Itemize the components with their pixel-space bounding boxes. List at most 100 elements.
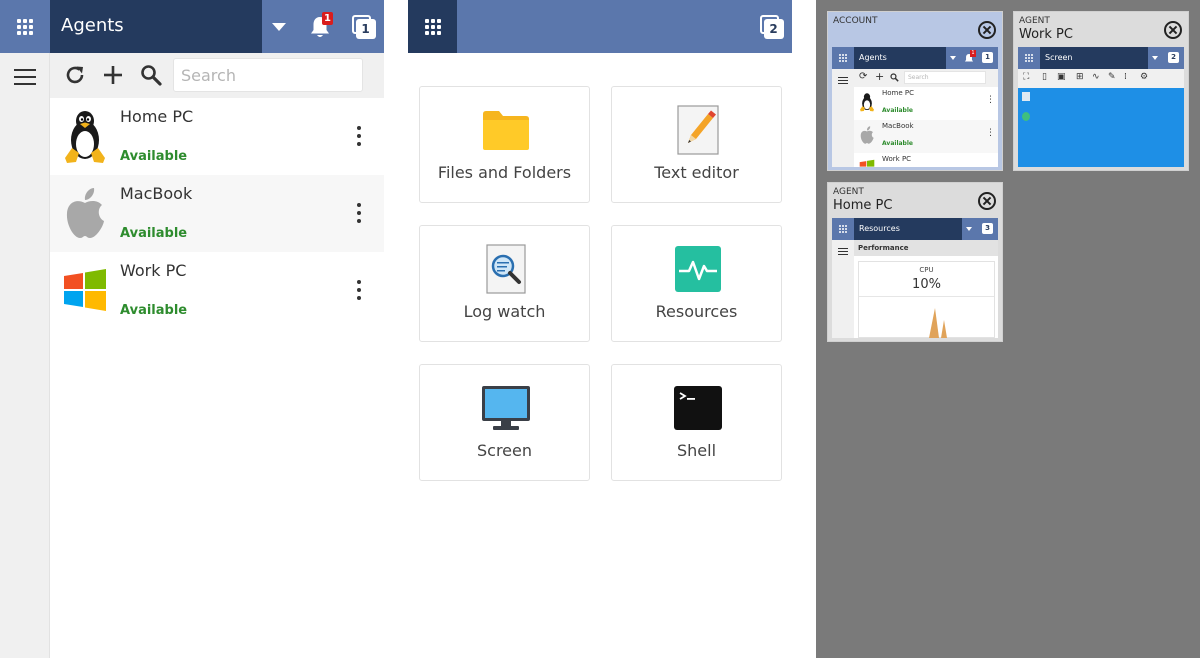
apps-grid-icon xyxy=(16,18,33,35)
close-card-icon[interactable] xyxy=(1164,21,1182,39)
windows-icon xyxy=(859,159,875,167)
agent-name: Home PC xyxy=(882,89,915,97)
linux-icon xyxy=(860,93,874,112)
close-card-icon[interactable] xyxy=(978,21,996,39)
agent-status: Available xyxy=(120,303,188,318)
search-input[interactable] xyxy=(173,58,363,92)
windows-stack-icon: 2 xyxy=(759,14,784,39)
add-agent-button[interactable] xyxy=(101,63,125,87)
tools-header: 2 xyxy=(408,0,792,53)
close-card-icon[interactable] xyxy=(978,192,996,210)
agent-more-menu-icon[interactable] xyxy=(353,280,365,300)
switcher-card-account[interactable]: ACCOUNT Agents 1 1 ⟳ + Search Home PC Av… xyxy=(827,11,1003,171)
agent-name: Work PC xyxy=(882,155,912,163)
refresh-button[interactable] xyxy=(63,63,87,87)
remote-desktop-preview xyxy=(1018,88,1184,167)
card-preview: Agents 1 1 ⟳ + Search Home PC Available … xyxy=(832,47,998,167)
switcher-card-work-pc[interactable]: AGENT Work PC Screen 2 ⛶ ▯ ▣ ⊞ ∿ ✎ ⁞ ⚙ xyxy=(1013,11,1189,171)
agent-more-menu-icon[interactable] xyxy=(353,203,365,223)
tools-panel: 2 Files and Folders Text editor Log watc… xyxy=(408,0,792,658)
windows-count: 2 xyxy=(1168,52,1179,63)
windows-button[interactable]: 1 xyxy=(343,0,384,53)
tool-label: Text editor xyxy=(654,163,739,182)
agent-name: Work PC xyxy=(120,261,187,280)
windows-count: 3 xyxy=(982,223,993,234)
refresh-icon: ⟳ xyxy=(859,71,868,82)
metric-label: CPU xyxy=(919,266,934,274)
side-rail xyxy=(0,53,50,658)
switcher-card-home-pc[interactable]: AGENT Home PC Resources 3 Performance CP… xyxy=(827,182,1003,342)
agent-row-home-pc[interactable]: Home PC Available xyxy=(50,98,384,175)
apps-grid-icon xyxy=(832,47,854,69)
keypad-icon: ⁞ xyxy=(1124,72,1127,82)
agent-row-work-pc[interactable]: Work PC Available xyxy=(50,252,384,329)
plus-icon xyxy=(104,66,122,84)
file-icon: ▯ xyxy=(1042,72,1047,82)
panel-title-box[interactable]: Agents xyxy=(50,0,262,53)
text-editor-icon xyxy=(677,105,719,155)
windows-icon xyxy=(64,269,106,311)
agent-name: Home PC xyxy=(120,107,194,126)
linux-icon xyxy=(65,111,105,163)
windows-stack-icon: 1 xyxy=(351,14,376,39)
section-header: Performance xyxy=(854,240,998,256)
apps-menu-button[interactable] xyxy=(408,0,457,53)
caret-down-icon xyxy=(1148,47,1162,69)
agent-status: Available xyxy=(882,107,913,114)
notifications-button[interactable]: 1 xyxy=(297,0,343,53)
hamburger-menu-icon[interactable] xyxy=(14,69,36,85)
search-button[interactable] xyxy=(139,63,163,87)
panel-dropdown-button[interactable] xyxy=(262,0,296,53)
agent-row-macbook[interactable]: MacBook Available xyxy=(50,175,384,252)
window-switcher: ACCOUNT Agents 1 1 ⟳ + Search Home PC Av… xyxy=(816,0,1200,658)
resources-icon xyxy=(675,246,721,292)
preview-header: Agents 1 1 xyxy=(832,47,998,69)
agent-name: MacBook xyxy=(120,184,193,203)
activity-icon: ∿ xyxy=(1092,72,1100,82)
caret-down-icon xyxy=(962,218,976,240)
preview-title: Screen xyxy=(1040,47,1148,69)
cpu-card: CPU 10% xyxy=(858,261,995,338)
side-rail xyxy=(832,240,854,338)
agents-header: Agents 1 1 xyxy=(0,0,384,53)
preview-title: Agents xyxy=(854,47,946,69)
agents-panel: Agents 1 1 Search Home PC Available MacB… xyxy=(0,0,384,658)
agent-name: MacBook xyxy=(882,122,914,130)
plus-icon: + xyxy=(875,70,885,83)
cpu-sparkline xyxy=(929,308,947,338)
tool-shell[interactable]: Shell xyxy=(611,364,782,481)
tool-label: Shell xyxy=(676,441,717,460)
windows-key-icon: ⊞ xyxy=(1076,72,1084,82)
monitor-icon xyxy=(482,386,530,430)
hamburger-menu-icon xyxy=(838,248,848,255)
card-type: ACCOUNT xyxy=(833,16,878,26)
tool-text-editor[interactable]: Text editor xyxy=(611,86,782,203)
agent-more-menu-icon[interactable] xyxy=(353,126,365,146)
tool-files-and-folders[interactable]: Files and Folders xyxy=(419,86,590,203)
preview-toolbar: ⟳ + Search xyxy=(854,69,998,87)
apps-menu-button[interactable] xyxy=(0,0,49,53)
preview-agent-row: MacBook Available ⋮ xyxy=(854,120,998,153)
tool-screen[interactable]: Screen xyxy=(419,364,590,481)
side-rail xyxy=(832,69,854,167)
tool-resources[interactable]: Resources xyxy=(611,225,782,342)
preview-agent-row: Work PC xyxy=(854,153,998,167)
apple-icon xyxy=(66,188,104,238)
agent-more-menu-icon: ⋮ xyxy=(986,128,995,138)
windows-count: 1 xyxy=(982,52,993,63)
notification-badge: 1 xyxy=(322,12,333,25)
agent-more-menu-icon: ⋮ xyxy=(986,95,995,105)
fullscreen-icon: ⛶ xyxy=(1023,72,1030,82)
windows-button[interactable]: 2 xyxy=(751,0,792,53)
caret-down-icon xyxy=(946,47,960,69)
card-title: Work PC xyxy=(1019,27,1073,42)
search-icon xyxy=(141,65,162,86)
tool-log-watch[interactable]: Log watch xyxy=(419,225,590,342)
tool-label: Files and Folders xyxy=(437,163,572,182)
metric-value: 10% xyxy=(912,277,941,292)
search-input: Search xyxy=(904,71,986,84)
agent-status: Available xyxy=(120,226,188,241)
preview-header: Screen 2 xyxy=(1018,47,1184,69)
panel-title: Agents xyxy=(61,15,124,36)
preview-title: Resources xyxy=(854,218,962,240)
